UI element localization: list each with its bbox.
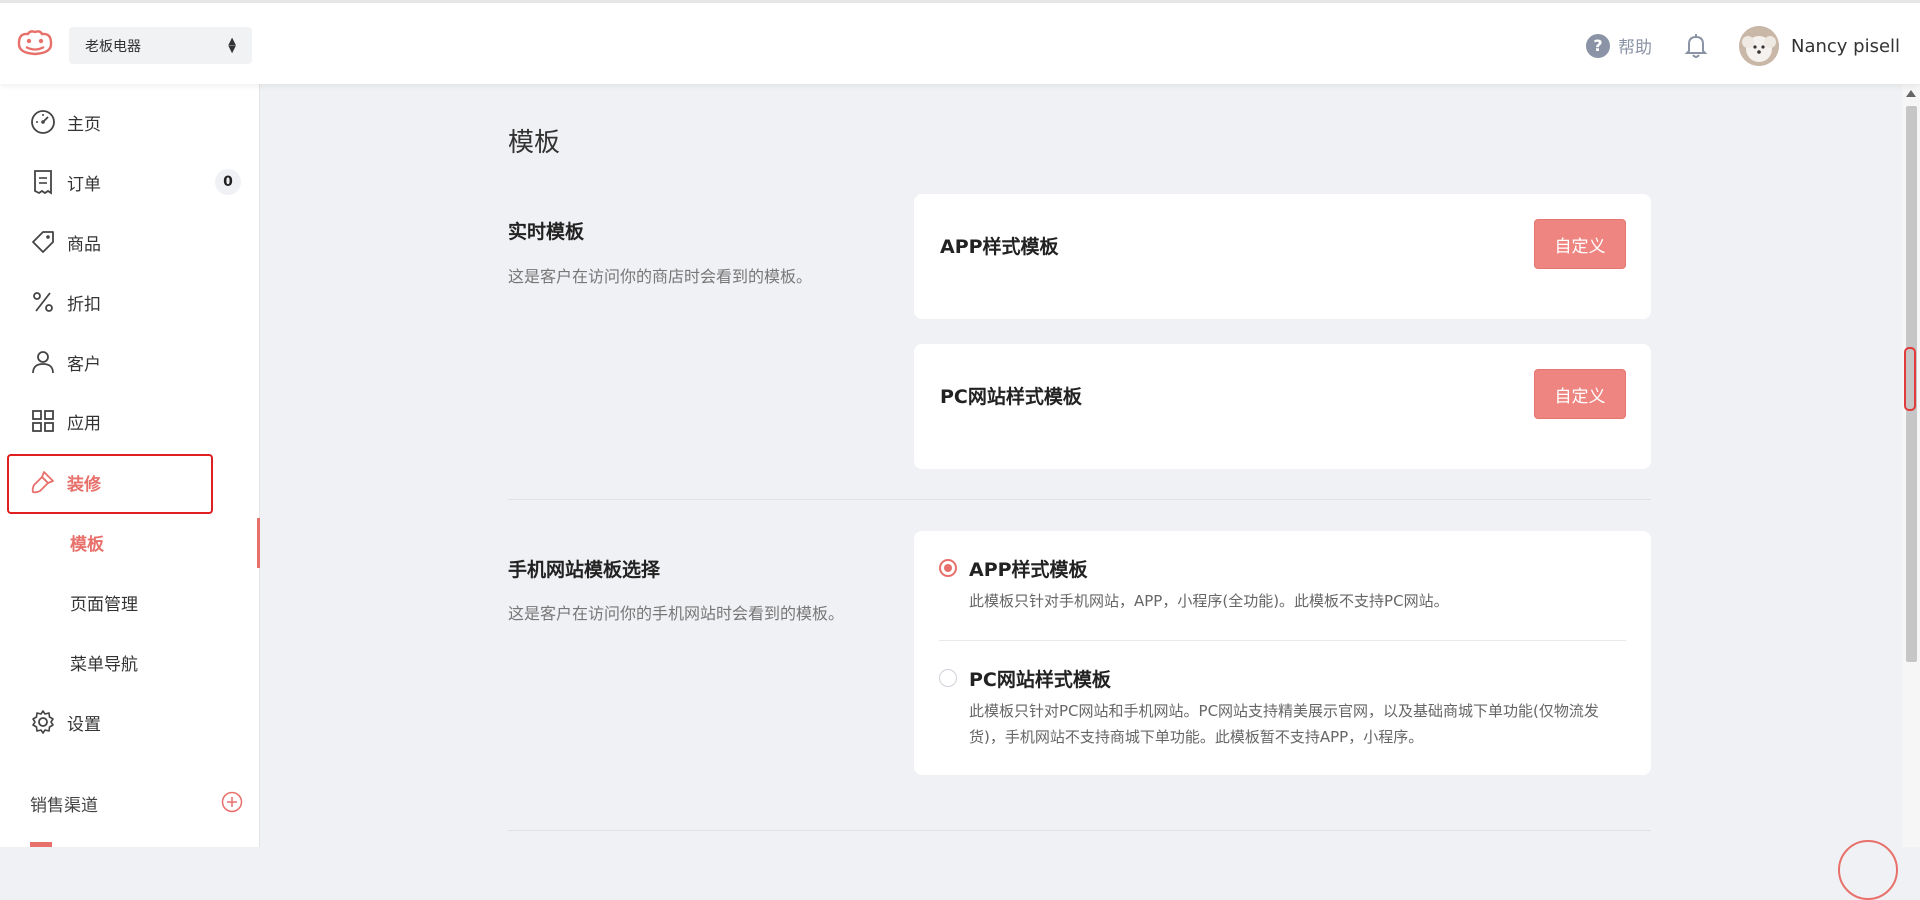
sidebar-item-home[interactable]: 主页 bbox=[0, 97, 260, 147]
page-title: 模板 bbox=[508, 128, 561, 158]
sidebar-item-label: 装修 bbox=[67, 474, 101, 495]
top-bar: 老板电器 ▲ ▼ ? 帮助 Nancy pisell bbox=[0, 0, 1920, 84]
app-template-option-title[interactable]: APP样式模板 bbox=[969, 555, 1088, 582]
sidebar-item-discounts[interactable]: 折扣 bbox=[0, 277, 260, 327]
help-link[interactable]: ? 帮助 bbox=[1586, 33, 1652, 58]
dashboard-icon bbox=[31, 110, 55, 134]
sidebar-subitem-page-management[interactable]: 页面管理 bbox=[70, 590, 138, 615]
section-divider bbox=[508, 499, 1651, 500]
sidebar-item-orders[interactable]: 订单 0 bbox=[0, 157, 260, 207]
app-template-option-description: 此模板只针对手机网站，APP，小程序(全功能)。此模板不支持PC网站。 bbox=[969, 592, 1449, 610]
order-icon bbox=[34, 170, 52, 195]
live-template-section-description: 这是客户在访问你的商店时会看到的模板。 bbox=[508, 267, 813, 286]
notification-bell-icon[interactable] bbox=[1683, 32, 1709, 60]
user-menu[interactable]: Nancy pisell bbox=[1739, 26, 1900, 66]
apps-grid-icon bbox=[32, 410, 54, 432]
sidebar-item-label: 订单 bbox=[67, 174, 101, 195]
section-divider bbox=[508, 830, 1651, 831]
active-indicator bbox=[257, 518, 260, 568]
sidebar-item-label: 应用 bbox=[67, 413, 101, 434]
app-template-radio[interactable] bbox=[939, 559, 957, 577]
gear-icon bbox=[32, 710, 54, 734]
percent-icon bbox=[33, 292, 53, 312]
floating-action-button[interactable] bbox=[1838, 840, 1898, 900]
sidebar-subitem-templates[interactable]: 模板 bbox=[70, 530, 104, 555]
live-template-section-title: 实时模板 bbox=[508, 221, 585, 243]
add-channel-plus-icon[interactable] bbox=[221, 791, 243, 813]
sidebar-item-label: 商品 bbox=[67, 234, 101, 255]
help-circle-icon: ? bbox=[1586, 33, 1610, 58]
sales-channel-label: 销售渠道 bbox=[30, 796, 98, 816]
scrollbar-highlight-marker bbox=[1904, 347, 1916, 411]
pc-template-option-description: 此模板只针对PC网站和手机网站。PC网站支持精美展示官网，以及基础商城下单功能(… bbox=[969, 702, 1599, 746]
sidebar-item-decoration[interactable]: 装修 bbox=[0, 457, 260, 507]
sidebar-item-settings[interactable]: 设置 bbox=[0, 697, 260, 747]
sidebar-subitem-menu-navigation[interactable]: 菜单导航 bbox=[70, 650, 138, 675]
sidebar-item-apps[interactable]: 应用 bbox=[0, 396, 260, 446]
scroll-up-arrow-icon[interactable] bbox=[1906, 90, 1916, 97]
brush-icon bbox=[31, 471, 54, 494]
mobile-template-options-card: APP样式模板 此模板只针对手机网站，APP，小程序(全功能)。此模板不支持PC… bbox=[914, 531, 1651, 775]
pc-template-card-title: PC网站样式模板 bbox=[940, 386, 1082, 408]
store-select-value: 老板电器 bbox=[85, 38, 141, 55]
mobile-template-section-title: 手机网站模板选择 bbox=[508, 559, 661, 581]
store-select[interactable]: 老板电器 ▲ ▼ bbox=[69, 27, 252, 64]
user-name: Nancy pisell bbox=[1791, 35, 1901, 57]
sidebar-item-label: 折扣 bbox=[67, 294, 101, 315]
avatar bbox=[1739, 26, 1779, 66]
channel-item-icon bbox=[30, 842, 52, 847]
sidebar-item-label: 设置 bbox=[67, 714, 101, 735]
sidebar-item-label: 客户 bbox=[67, 354, 101, 375]
app-template-card-title: APP样式模板 bbox=[940, 236, 1059, 258]
sidebar-item-customers[interactable]: 客户 bbox=[0, 337, 260, 387]
user-icon bbox=[32, 351, 54, 374]
option-divider bbox=[939, 640, 1626, 641]
help-label: 帮助 bbox=[1618, 38, 1652, 58]
pc-template-option-title[interactable]: PC网站样式模板 bbox=[969, 665, 1111, 692]
customize-pc-template-button[interactable]: 自定义 bbox=[1534, 369, 1626, 419]
puppy-avatar-icon bbox=[1739, 26, 1779, 66]
mobile-template-section-description: 这是客户在访问你的手机网站时会看到的模板。 bbox=[508, 604, 845, 623]
sidebar-item-label: 主页 bbox=[67, 114, 101, 135]
app-template-card: APP样式模板 自定义 bbox=[914, 194, 1651, 319]
sidebar-item-products[interactable]: 商品 bbox=[0, 217, 260, 267]
page-scrollbar[interactable] bbox=[1902, 84, 1920, 847]
pc-template-radio[interactable] bbox=[939, 669, 957, 687]
order-count-badge: 0 bbox=[215, 169, 241, 195]
updown-arrow-icon: ▲ ▼ bbox=[228, 35, 236, 55]
pc-template-card: PC网站样式模板 自定义 bbox=[914, 344, 1651, 469]
tag-icon bbox=[32, 231, 54, 253]
sidebar: 主页 订单 0 商品 折扣 客户 应用 装修 模板 页面管理 菜单导航 设置 销… bbox=[0, 84, 260, 847]
brand-logo-icon[interactable] bbox=[16, 29, 54, 59]
customize-app-template-button[interactable]: 自定义 bbox=[1534, 219, 1626, 269]
